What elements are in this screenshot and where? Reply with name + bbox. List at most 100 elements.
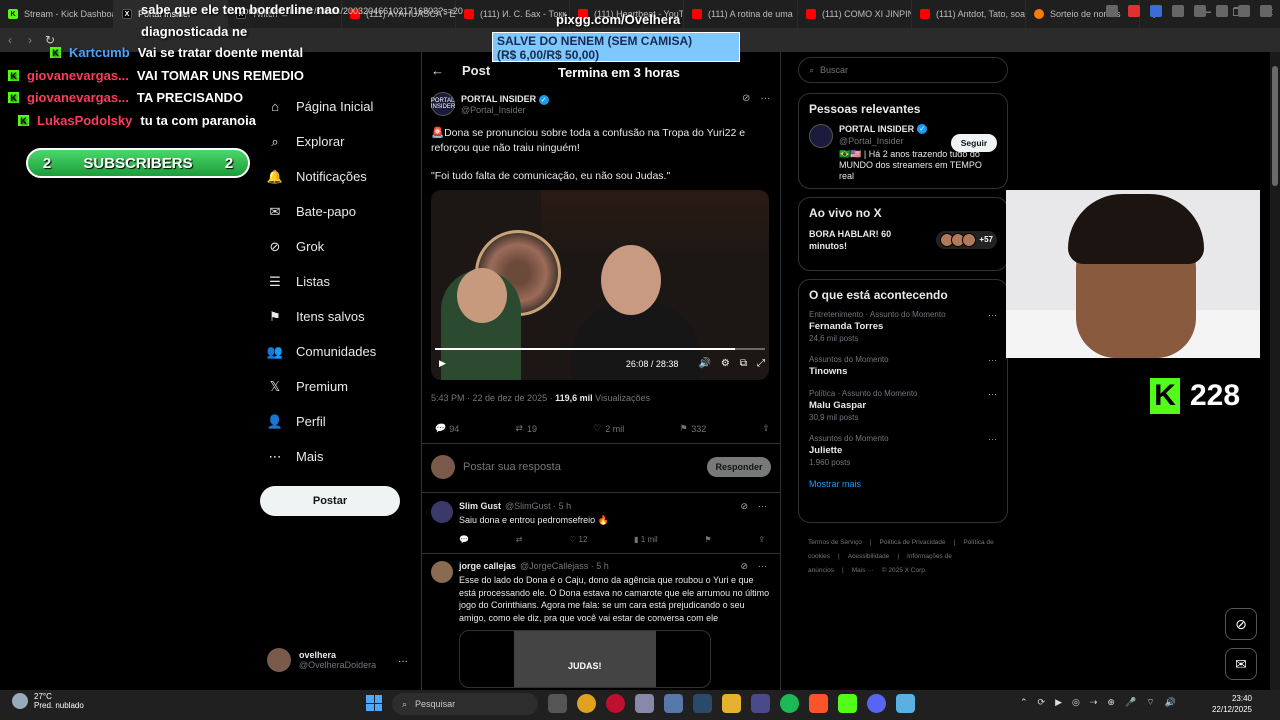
show-more-link[interactable]: Mostrar mais — [809, 479, 997, 489]
reply-input[interactable]: Postar sua resposta — [463, 461, 699, 473]
more-icon[interactable]: ··· — [760, 93, 770, 104]
post-author[interactable]: PORTAL INSIDER PORTAL INSIDER ✓ @Portal_… — [431, 92, 549, 116]
like-button[interactable]: ♡ 2 mil — [593, 423, 624, 434]
extension-icon[interactable] — [1172, 5, 1184, 17]
reply-submit-button[interactable]: Responder — [707, 457, 771, 477]
windows-start-icon[interactable] — [366, 695, 382, 711]
menu-icon[interactable] — [1260, 5, 1272, 17]
follow-button[interactable]: Seguir — [951, 134, 997, 152]
weather-widget[interactable]: 27°C Pred. nublado — [12, 692, 84, 710]
chevron-up-icon[interactable]: ⌃ — [1020, 697, 1028, 708]
reply-icon[interactable]: 💬 — [459, 535, 469, 544]
more-icon[interactable]: ··· — [398, 656, 408, 667]
grok-icon[interactable]: ⊘ — [1225, 608, 1257, 640]
discord-icon[interactable] — [867, 694, 886, 713]
extension-icon[interactable] — [1194, 5, 1206, 17]
brave-icon[interactable] — [809, 694, 828, 713]
clock[interactable]: 23:40 22/12/2025 — [1206, 693, 1252, 715]
live-card[interactable]: Ao vivo no X BORA HABLAR! 60 minutos! +5… — [798, 197, 1008, 271]
tray-icon[interactable]: ⊕ — [1107, 697, 1115, 708]
repost-button[interactable]: ⇄ 19 — [515, 423, 537, 434]
opera-icon[interactable] — [606, 694, 625, 713]
footer-link[interactable]: Acessibilidade — [848, 553, 890, 560]
spotify-icon[interactable] — [780, 694, 799, 713]
nav-item-notifica-es[interactable]: 🔔 Notificações — [267, 169, 367, 185]
trend-item[interactable]: Entretenimento · Assunto do Momento Ferna… — [809, 310, 997, 343]
trend-item[interactable]: Política · Assunto do Momento Malu Gaspar… — [809, 389, 997, 422]
views-button[interactable]: ▮ 1 mil — [634, 535, 658, 544]
back-icon[interactable]: ‹ — [0, 33, 20, 47]
nav-item-listas[interactable]: ☰ Listas — [268, 274, 330, 290]
tray-icon[interactable]: ⟳ — [1038, 697, 1046, 708]
nav-item-premium[interactable]: 𝕏 Premium — [268, 379, 348, 395]
notepad-icon[interactable] — [896, 694, 915, 713]
like-button[interactable]: ♡ 12 — [569, 535, 587, 544]
grok-icon[interactable]: ⊘ — [740, 561, 748, 572]
grok-icon[interactable]: ⊘ — [740, 501, 748, 512]
taskview-icon[interactable] — [548, 694, 567, 713]
settings-icon[interactable]: ⚙ — [721, 358, 730, 369]
more-icon[interactable]: ··· — [988, 389, 997, 399]
wifi-icon[interactable]: ⌔ — [1146, 697, 1154, 708]
browser-tab[interactable]: (111) A rotina de uma — [684, 0, 798, 28]
browser-tab[interactable]: K Stream - Kick Dashboa — [0, 0, 114, 28]
avatar[interactable] — [431, 561, 453, 583]
extension-icon[interactable] — [1150, 5, 1162, 17]
avatar[interactable] — [809, 124, 833, 148]
browser-tab[interactable]: (111) И. С. Бах - Токк — [456, 0, 570, 28]
chrome-icon[interactable] — [577, 694, 596, 713]
scrollbar[interactable] — [1270, 52, 1280, 690]
post-button[interactable]: Postar — [260, 486, 400, 516]
footer-link[interactable]: © 2025 X Corp. — [882, 567, 927, 574]
play-icon[interactable]: ▶ — [439, 358, 446, 369]
grok-icon[interactable]: ⊘ — [742, 93, 750, 104]
trend-item[interactable]: Assuntos do Momento Juliette 1.960 posts ··… — [809, 434, 997, 467]
volume-icon[interactable]: 🔊 — [1165, 697, 1176, 708]
reply-button[interactable]: 💬 94 — [434, 423, 459, 434]
more-icon[interactable]: ··· — [988, 355, 997, 365]
video-progress-bar[interactable] — [435, 348, 765, 350]
steam-icon[interactable] — [693, 694, 712, 713]
tray-icon[interactable]: ⇢ — [1090, 697, 1098, 708]
nav-item-p-gina-inicial[interactable]: ⌂ Página Inicial — [268, 99, 373, 114]
reply-item[interactable]: Slim Gust @SlimGust · 5 h ⊘ ··· Saiu dona … — [431, 501, 771, 544]
taskbar-search[interactable]: ⌕ Pesquisar — [392, 693, 538, 715]
video-player[interactable]: ▶ 26:08 / 28:38 🔊 ⚙ ⧉ ⤢ — [431, 190, 769, 380]
browser-tab[interactable]: (111) COMO XI JINPIN — [798, 0, 912, 28]
app-icon[interactable] — [664, 694, 683, 713]
search-input[interactable]: ⌕ Buscar — [798, 57, 1008, 83]
footer-link[interactable]: Política de Privacidade — [880, 539, 946, 546]
sidebar-icon[interactable] — [1238, 5, 1250, 17]
forward-icon[interactable]: › — [20, 33, 40, 47]
pip-icon[interactable]: ⧉ — [740, 358, 747, 369]
nav-item-explorar[interactable]: ⌕ Explorar — [268, 134, 344, 150]
volume-icon[interactable]: 🔊 — [698, 358, 710, 369]
nav-item-grok[interactable]: ⊘ Grok — [268, 239, 325, 255]
share-icon[interactable]: ⇪ — [758, 535, 765, 544]
nav-item-bate-papo[interactable]: ✉ Bate-papo — [268, 204, 356, 220]
app-icon[interactable] — [635, 694, 654, 713]
bookmark-button[interactable]: ⚑ 332 — [680, 423, 706, 434]
app-icon[interactable] — [751, 694, 770, 713]
nav-item-itens-salvos[interactable]: ⚑ Itens salvos — [268, 309, 364, 325]
account-switcher[interactable]: ovelhera @OvelheraDoidera — [267, 648, 376, 672]
avatar[interactable] — [431, 501, 453, 523]
more-icon[interactable]: ··· — [758, 501, 767, 512]
mic-icon[interactable]: 🎤 — [1125, 697, 1136, 708]
footer-link[interactable]: Mais ··· — [852, 567, 874, 574]
back-arrow-icon[interactable]: ← — [431, 63, 444, 78]
footer-link[interactable]: Termos de Serviço — [808, 539, 862, 546]
nav-item-perfil[interactable]: 👤 Perfil — [267, 414, 326, 430]
tray-icon[interactable]: ▶ — [1055, 697, 1062, 708]
reply-item[interactable]: jorge callejas @JorgeCallejass · 5 h ⊘ ···… — [431, 561, 771, 624]
more-icon[interactable]: ··· — [988, 310, 997, 320]
nav-item-mais[interactable]: ⋯ Mais — [268, 449, 324, 465]
browser-tab[interactable]: (111) Antdot, Tato, soa — [912, 0, 1026, 28]
reply-image[interactable]: JUDAS! — [459, 630, 711, 688]
fullscreen-icon[interactable]: ⤢ — [757, 358, 765, 369]
messages-icon[interactable]: ✉ — [1225, 648, 1257, 680]
avatar[interactable]: PORTAL INSIDER — [431, 92, 455, 116]
extension-icon[interactable] — [1216, 5, 1228, 17]
bookmark-icon[interactable]: ⚑ — [704, 535, 711, 544]
trend-item[interactable]: Assuntos do Momento Tinowns ··· — [809, 355, 997, 377]
